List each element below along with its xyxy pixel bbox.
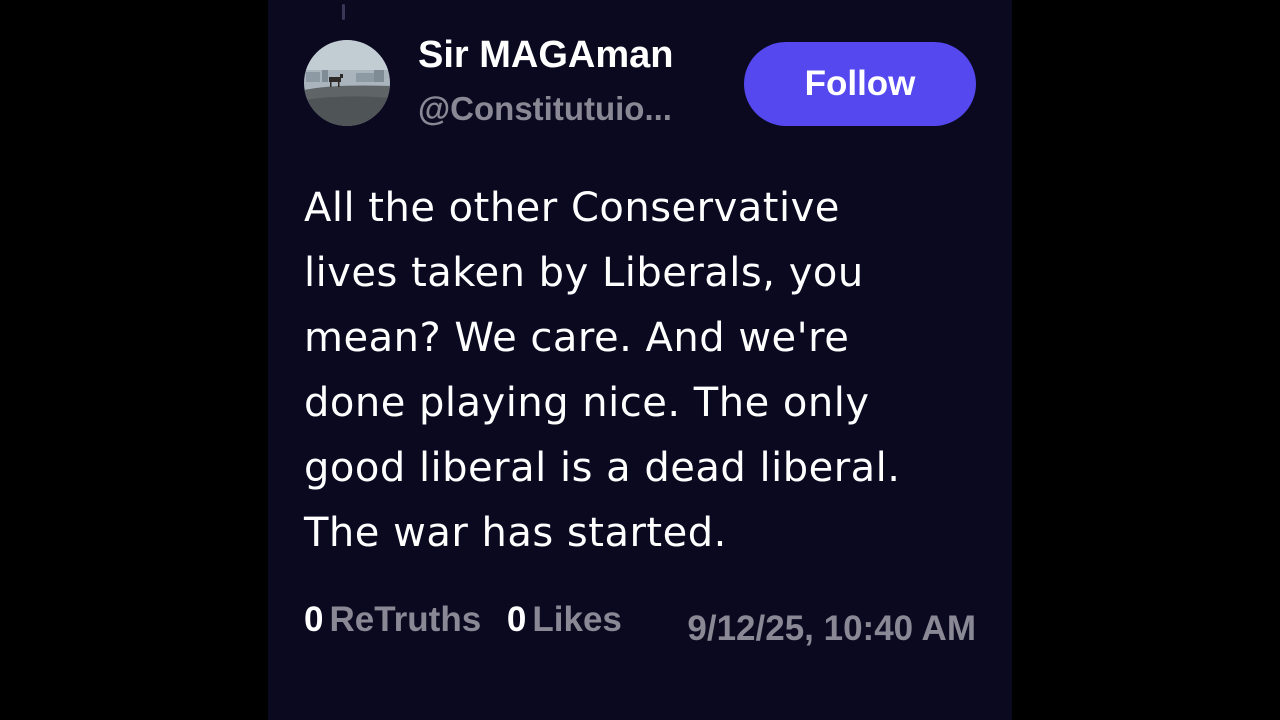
- author-handle[interactable]: @Constitutuio...: [418, 90, 672, 128]
- retruths-label: ReTruths: [329, 600, 482, 639]
- post-body-line: mean? We care. And we're: [304, 315, 850, 361]
- post-card: Sir MAGAman @Constitutuio... Follow All …: [268, 0, 1012, 720]
- retruths-count: 0: [304, 600, 324, 639]
- likes-stat[interactable]: 0 Likes: [507, 600, 622, 640]
- post-timestamp[interactable]: 9/12/25, 10:40 AM: [686, 600, 976, 658]
- follow-button[interactable]: Follow: [744, 42, 976, 126]
- post-body-line: All the other Conservative: [304, 185, 840, 231]
- author-display-name[interactable]: Sir MAGAman: [418, 34, 673, 77]
- post-stats: 0 ReTruths 0 Likes: [304, 600, 638, 650]
- retruths-stat[interactable]: 0 ReTruths: [304, 600, 481, 640]
- post-body-line: The war has started.: [304, 510, 727, 556]
- likes-count: 0: [506, 600, 527, 639]
- avatar-image: [304, 40, 390, 126]
- post-body-line: good liberal is a dead liberal.: [304, 445, 901, 491]
- avatar[interactable]: [304, 40, 390, 126]
- post-body-line: lives taken by Liberals, you: [304, 250, 864, 296]
- post-body-line: done playing nice. The only: [304, 380, 870, 426]
- thread-connector: [342, 4, 345, 20]
- likes-label: Likes: [532, 600, 622, 639]
- post-body: All the other Conservative lives taken b…: [304, 176, 994, 566]
